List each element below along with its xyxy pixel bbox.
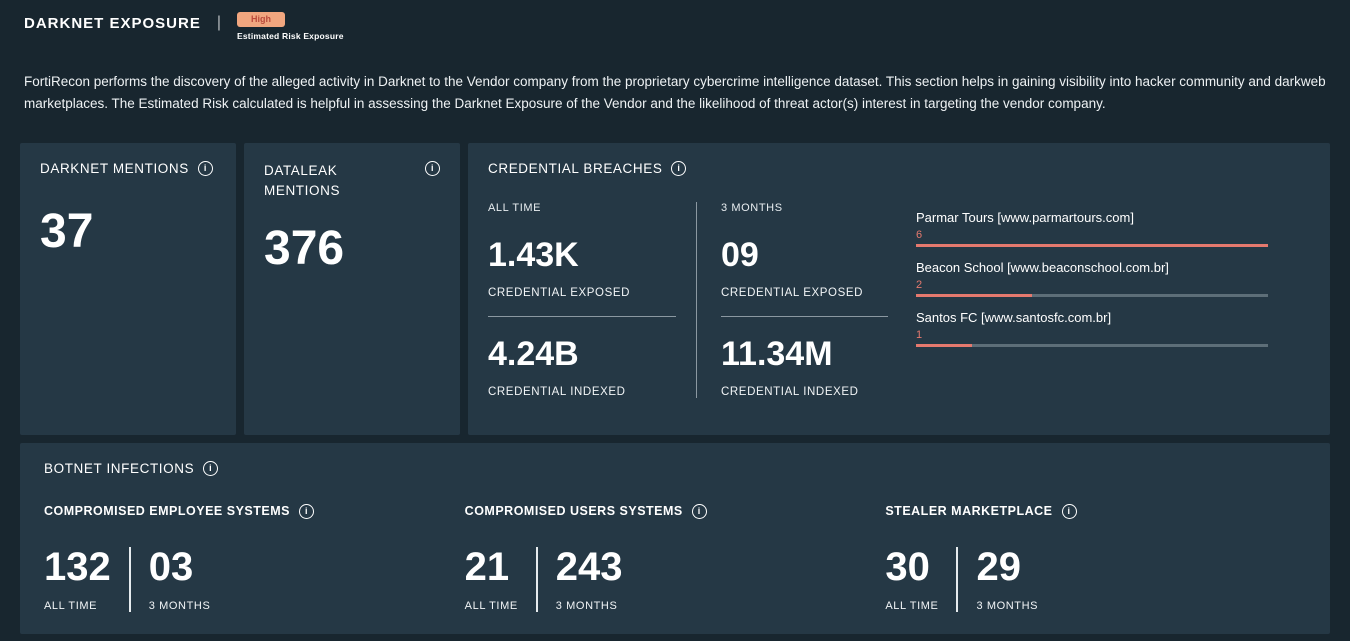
credential-exposed-value: 1.43K <box>488 238 676 272</box>
top-cards-row: DARKNET MENTIONS i 37 DATALEAK MENTIONS … <box>20 143 1330 435</box>
stat-value: 03 <box>149 547 211 587</box>
credential-breaches-content: ALL TIME 1.43K CREDENTIAL EXPOSED 4.24B … <box>488 202 1310 398</box>
compromised-employee-systems-section: COMPROMISED EMPLOYEE SYSTEMS i 132 ALL T… <box>44 504 465 612</box>
stat-label: 3 MONTHS <box>556 600 623 612</box>
stat-value: 243 <box>556 547 623 587</box>
dataleak-mentions-card: DATALEAK MENTIONS i 376 <box>244 143 460 435</box>
section-heading: STEALER MARKETPLACE <box>885 504 1052 518</box>
darknet-mentions-value: 37 <box>40 206 216 259</box>
three-months-stat: 243 3 MONTHS <box>556 547 623 612</box>
breach-source-name: Santos FC [www.santosfc.com.br] <box>916 310 1268 325</box>
breach-bar-track <box>916 244 1268 247</box>
section-stats: 132 ALL TIME 03 3 MONTHS <box>44 547 465 612</box>
title-divider: | <box>217 12 221 32</box>
credential-exposed-value: 09 <box>721 238 888 272</box>
darknet-mentions-title: DARKNET MENTIONS <box>40 161 189 176</box>
credential-all-time-column: ALL TIME 1.43K CREDENTIAL EXPOSED 4.24B … <box>488 202 696 398</box>
all-time-stat: 132 ALL TIME <box>44 547 111 612</box>
botnet-infections-card: BOTNET INFECTIONS i COMPROMISED EMPLOYEE… <box>20 443 1330 634</box>
section-heading: COMPROMISED USERS SYSTEMS <box>465 504 683 518</box>
info-icon[interactable]: i <box>299 504 314 519</box>
credential-exposed-label: CREDENTIAL EXPOSED <box>488 287 676 299</box>
divider <box>129 547 131 612</box>
page-header: DARKNET EXPOSURE | High Estimated Risk E… <box>0 0 1350 41</box>
list-item: Santos FC [www.santosfc.com.br] 1 <box>916 310 1268 347</box>
info-icon[interactable]: i <box>671 161 686 176</box>
list-item: Beacon School [www.beaconschool.com.br] … <box>916 260 1268 297</box>
credential-indexed-label: CREDENTIAL INDEXED <box>488 386 676 398</box>
dataleak-mentions-title-row: DATALEAK MENTIONS i <box>264 161 440 202</box>
breach-count: 2 <box>916 279 1268 291</box>
page-title: DARKNET EXPOSURE <box>24 12 201 32</box>
divider <box>956 547 958 612</box>
section-heading-row: STEALER MARKETPLACE i <box>885 504 1306 519</box>
section-stats: 30 ALL TIME 29 3 MONTHS <box>885 547 1306 612</box>
all-time-stat: 30 ALL TIME <box>885 547 938 612</box>
list-item: Parmar Tours [www.parmartours.com] 6 <box>916 210 1268 247</box>
three-months-stat: 03 3 MONTHS <box>149 547 211 612</box>
stat-value: 29 <box>976 547 1038 587</box>
section-heading: COMPROMISED EMPLOYEE SYSTEMS <box>44 504 290 518</box>
divider <box>536 547 538 612</box>
breach-source-name: Beacon School [www.beaconschool.com.br] <box>916 260 1268 275</box>
period-label: ALL TIME <box>488 202 676 214</box>
stat-label: ALL TIME <box>465 600 518 612</box>
botnet-infections-title: BOTNET INFECTIONS <box>44 461 194 476</box>
stat-label: ALL TIME <box>885 600 938 612</box>
compromised-users-systems-section: COMPROMISED USERS SYSTEMS i 21 ALL TIME … <box>465 504 886 612</box>
breach-count: 6 <box>916 229 1268 241</box>
info-icon[interactable]: i <box>692 504 707 519</box>
credential-three-months-column: 3 MONTHS 09 CREDENTIAL EXPOSED 11.34M CR… <box>696 202 908 398</box>
stat-label: 3 MONTHS <box>976 600 1038 612</box>
credential-breaches-card: CREDENTIAL BREACHES i ALL TIME 1.43K CRE… <box>468 143 1330 435</box>
credential-indexed-value: 4.24B <box>488 337 676 371</box>
stat-label: ALL TIME <box>44 600 111 612</box>
breach-bar-track <box>916 344 1268 347</box>
stealer-marketplace-section: STEALER MARKETPLACE i 30 ALL TIME 29 3 M… <box>885 504 1306 612</box>
credential-indexed-value: 11.34M <box>721 337 888 371</box>
botnet-sections: COMPROMISED EMPLOYEE SYSTEMS i 132 ALL T… <box>44 504 1306 612</box>
info-icon[interactable]: i <box>203 461 218 476</box>
breach-bar-track <box>916 294 1268 297</box>
stat-label: 3 MONTHS <box>149 600 211 612</box>
section-heading-row: COMPROMISED EMPLOYEE SYSTEMS i <box>44 504 465 519</box>
darknet-mentions-card: DARKNET MENTIONS i 37 <box>20 143 236 435</box>
section-heading-row: COMPROMISED USERS SYSTEMS i <box>465 504 886 519</box>
breach-bar-fill <box>916 244 1268 247</box>
breach-bar-fill <box>916 344 972 347</box>
three-months-stat: 29 3 MONTHS <box>976 547 1038 612</box>
stat-value: 132 <box>44 547 111 587</box>
risk-badge: High <box>237 12 285 27</box>
divider <box>488 316 676 317</box>
info-icon[interactable]: i <box>1062 504 1077 519</box>
credential-exposed-label: CREDENTIAL EXPOSED <box>721 287 888 299</box>
breach-source-list: Parmar Tours [www.parmartours.com] 6 Bea… <box>916 202 1310 398</box>
divider <box>721 316 888 317</box>
period-label: 3 MONTHS <box>721 202 888 214</box>
section-description: FortiRecon performs the discovery of the… <box>24 71 1326 116</box>
dataleak-mentions-title: DATALEAK MENTIONS <box>264 161 374 202</box>
breach-count: 1 <box>916 329 1268 341</box>
section-stats: 21 ALL TIME 243 3 MONTHS <box>465 547 886 612</box>
stat-value: 30 <box>885 547 938 587</box>
all-time-stat: 21 ALL TIME <box>465 547 518 612</box>
dataleak-mentions-value: 376 <box>264 223 440 276</box>
stat-value: 21 <box>465 547 518 587</box>
risk-badge-label: Estimated Risk Exposure <box>237 31 344 41</box>
risk-block: High Estimated Risk Exposure <box>237 12 344 41</box>
botnet-infections-title-row: BOTNET INFECTIONS i <box>44 461 1306 476</box>
darknet-mentions-title-row: DARKNET MENTIONS i <box>40 161 216 176</box>
info-icon[interactable]: i <box>425 161 440 176</box>
credential-indexed-label: CREDENTIAL INDEXED <box>721 386 888 398</box>
credential-breaches-title: CREDENTIAL BREACHES <box>488 161 662 176</box>
breach-bar-fill <box>916 294 1032 297</box>
credential-breaches-title-row: CREDENTIAL BREACHES i <box>488 161 1310 176</box>
breach-source-name: Parmar Tours [www.parmartours.com] <box>916 210 1268 225</box>
info-icon[interactable]: i <box>198 161 213 176</box>
